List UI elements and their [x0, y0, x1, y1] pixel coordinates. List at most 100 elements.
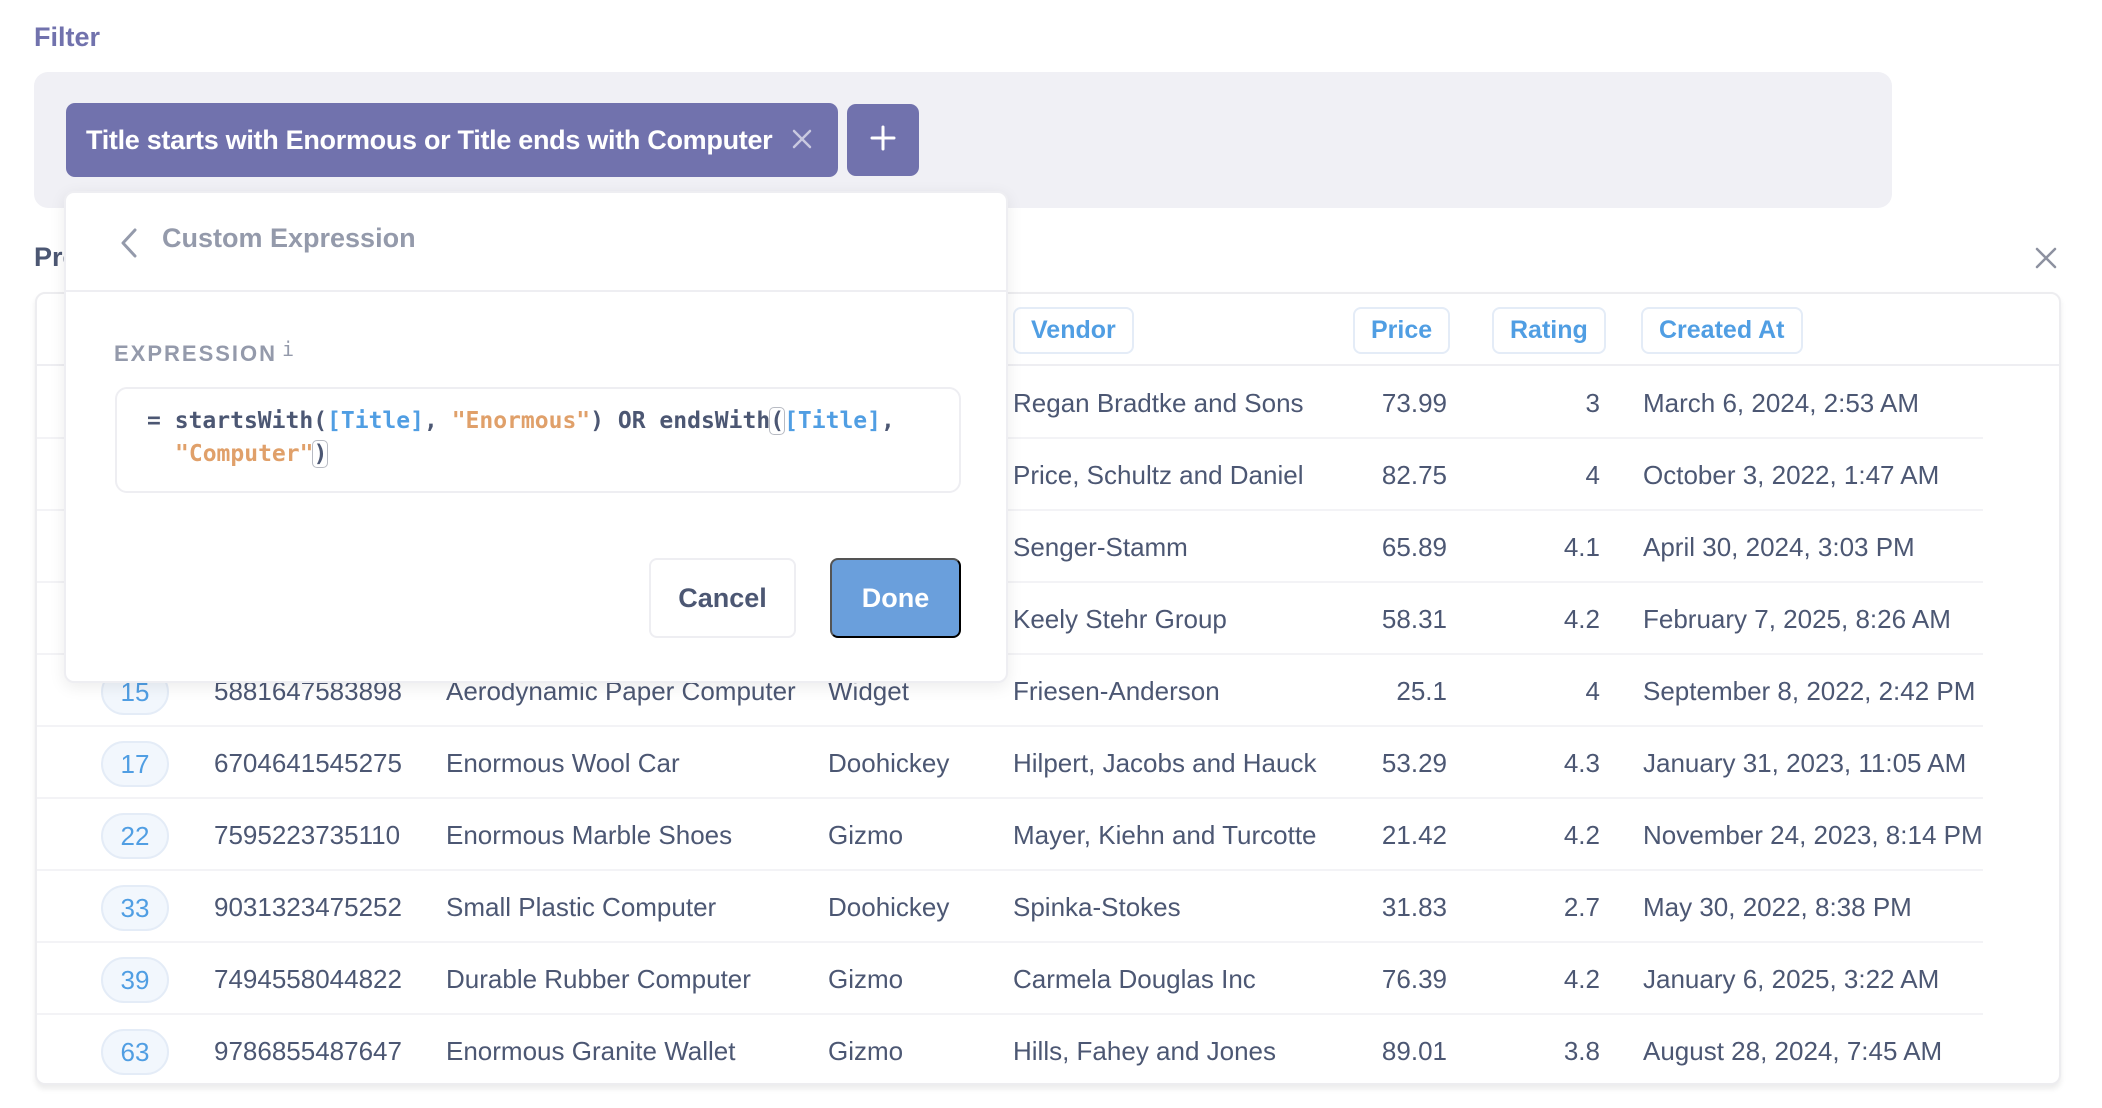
cell-price: 89.01 — [1381, 1036, 1447, 1066]
cell-price: 25.1 — [1396, 676, 1447, 706]
expression-label: EXPRESSION — [114, 341, 278, 366]
expr-paren-matched: ( — [769, 407, 786, 435]
cell-rating: 4.2 — [1563, 964, 1600, 994]
cell-vendor: Carmela Douglas Inc — [1013, 964, 1256, 994]
cell-vendor: Regan Bradtke and Sons — [1013, 388, 1304, 418]
cell-price: 76.39 — [1381, 964, 1447, 994]
cell-category: Gizmo — [828, 1036, 904, 1066]
cell-created-at: April 30, 2024, 3:03 PM — [1643, 532, 1915, 562]
column-header-created-at[interactable]: Created At — [1641, 307, 1803, 354]
done-button[interactable]: Done — [830, 558, 961, 638]
cell-created-at: November 24, 2023, 8:14 PM — [1643, 820, 1983, 850]
cancel-button[interactable]: Cancel — [649, 558, 796, 638]
expr-comma: , — [881, 408, 895, 434]
expression-line-1: = startsWith([Title], "Enormous") OR end… — [147, 405, 939, 438]
table-row[interactable]: 39 7494558044822 Durable Rubber Computer Gi… — [37, 943, 2059, 1015]
cell-vendor: Hilpert, Jacobs and Hauck — [1013, 748, 1317, 778]
cell-price: 58.31 — [1381, 604, 1447, 634]
add-filter-button[interactable] — [847, 104, 919, 176]
cell-created-at: May 30, 2022, 8:38 PM — [1643, 892, 1912, 922]
column-header-price[interactable]: Price — [1353, 307, 1451, 354]
cell-category: Gizmo — [828, 820, 904, 850]
cell-created-at: January 31, 2023, 11:05 AM — [1643, 748, 1967, 778]
cell-rating: 2.7 — [1563, 892, 1600, 922]
cell-ean: 9031323475252 — [214, 892, 402, 922]
expr-function: endsWith — [659, 408, 771, 434]
row-id-pill[interactable]: 22 — [101, 813, 169, 859]
cell-vendor: Mayer, Kiehn and Turcotte — [1013, 820, 1317, 850]
row-id-pill[interactable]: 39 — [101, 957, 169, 1003]
cell-rating: 4.2 — [1563, 604, 1600, 634]
close-preview-icon[interactable] — [2030, 242, 2062, 274]
expr-equals: = — [147, 408, 161, 434]
custom-expression-popover: Custom Expression EXPRESSION i = startsW… — [64, 191, 1008, 683]
cell-title: Enormous Granite Wallet — [446, 1036, 736, 1066]
cell-rating: 3.8 — [1563, 1036, 1600, 1066]
cell-created-at: September 8, 2022, 2:42 PM — [1643, 676, 1976, 706]
cell-rating: 3 — [1585, 388, 1600, 418]
row-id-pill[interactable]: 17 — [101, 741, 169, 787]
cell-category: Doohickey — [828, 892, 950, 922]
cell-vendor: Hills, Fahey and Jones — [1013, 1036, 1277, 1066]
expression-line-2: "Computer") — [147, 438, 939, 471]
expr-paren-matched: ) — [312, 440, 329, 468]
column-header-rating[interactable]: Rating — [1492, 307, 1606, 354]
cell-rating: 4.1 — [1563, 532, 1600, 562]
cell-rating: 4.3 — [1563, 748, 1600, 778]
cell-ean: 7494558044822 — [214, 964, 402, 994]
cell-created-at: March 6, 2024, 2:53 AM — [1643, 388, 1920, 418]
expr-string: "Enormous" — [451, 408, 591, 434]
cell-title: Enormous Marble Shoes — [446, 820, 733, 850]
cell-title: Enormous Wool Car — [446, 748, 680, 778]
expression-editor[interactable]: = startsWith([Title], "Enormous") OR end… — [115, 387, 961, 493]
cell-vendor: Friesen-Anderson — [1013, 676, 1220, 706]
table-row[interactable]: 22 7595223735110 Enormous Marble Shoes Gizm… — [37, 799, 2059, 871]
expr-paren: ) — [590, 408, 605, 434]
table-row[interactable]: 33 9031323475252 Small Plastic Computer Doo… — [37, 871, 2059, 943]
cell-price: 31.83 — [1381, 892, 1447, 922]
expr-string: "Computer" — [175, 441, 314, 467]
cell-price: 65.89 — [1381, 532, 1447, 562]
cell-title: Durable Rubber Computer — [446, 964, 751, 994]
cell-title: Small Plastic Computer — [446, 892, 717, 922]
cell-ean: 6704641545275 — [214, 748, 402, 778]
cell-ean: 7595223735110 — [214, 820, 401, 850]
row-id-pill[interactable]: 63 — [101, 1029, 169, 1075]
filter-pill-label: Title starts with Enormous or Title ends… — [86, 124, 773, 155]
cell-price: 21.42 — [1381, 820, 1447, 850]
cell-created-at: August 28, 2024, 7:45 AM — [1643, 1036, 1943, 1066]
cell-rating: 4 — [1585, 676, 1600, 706]
expr-comma: , — [423, 408, 452, 434]
cell-rating: 4 — [1585, 460, 1600, 490]
chevron-left-icon[interactable] — [118, 227, 140, 259]
popover-header: Custom Expression — [66, 193, 1006, 292]
column-header-vendor[interactable]: Vendor — [1013, 307, 1134, 354]
expr-operator: OR — [604, 408, 660, 434]
cell-created-at: October 3, 2022, 1:47 AM — [1643, 460, 1940, 490]
table-row[interactable]: 63 9786855487647 Enormous Granite Wallet Gi… — [37, 1015, 2059, 1083]
expr-field: [Title] — [327, 408, 424, 434]
table-row[interactable]: 17 6704641545275 Enormous Wool Car Doohicke… — [37, 727, 2059, 799]
cell-price: 53.29 — [1381, 748, 1447, 778]
cell-created-at: January 6, 2025, 3:22 AM — [1643, 964, 1940, 994]
plus-icon — [868, 123, 898, 158]
cell-created-at: February 7, 2025, 8:26 AM — [1643, 604, 1951, 634]
popover-title[interactable]: Custom Expression — [162, 223, 416, 254]
cell-price: 73.99 — [1381, 388, 1447, 418]
filter-section-label: Filter — [34, 22, 101, 52]
cell-ean: 9786855487647 — [214, 1036, 402, 1066]
expr-field: [Title] — [784, 408, 881, 434]
expr-function: startsWith( — [174, 408, 328, 434]
cell-vendor: Senger-Stamm — [1013, 532, 1188, 562]
cell-vendor: Price, Schultz and Daniel — [1013, 460, 1304, 490]
cell-category: Gizmo — [828, 964, 904, 994]
cell-vendor: Spinka-Stokes — [1013, 892, 1181, 922]
cell-rating: 4.2 — [1563, 820, 1600, 850]
cell-price: 82.75 — [1381, 460, 1447, 490]
info-icon[interactable]: i — [282, 337, 294, 361]
row-id-pill[interactable]: 33 — [101, 885, 169, 931]
cell-vendor: Keely Stehr Group — [1013, 604, 1227, 634]
cell-category: Doohickey — [828, 748, 950, 778]
remove-filter-close-icon[interactable] — [786, 123, 818, 155]
filter-pill[interactable]: Title starts with Enormous or Title ends… — [66, 103, 838, 177]
